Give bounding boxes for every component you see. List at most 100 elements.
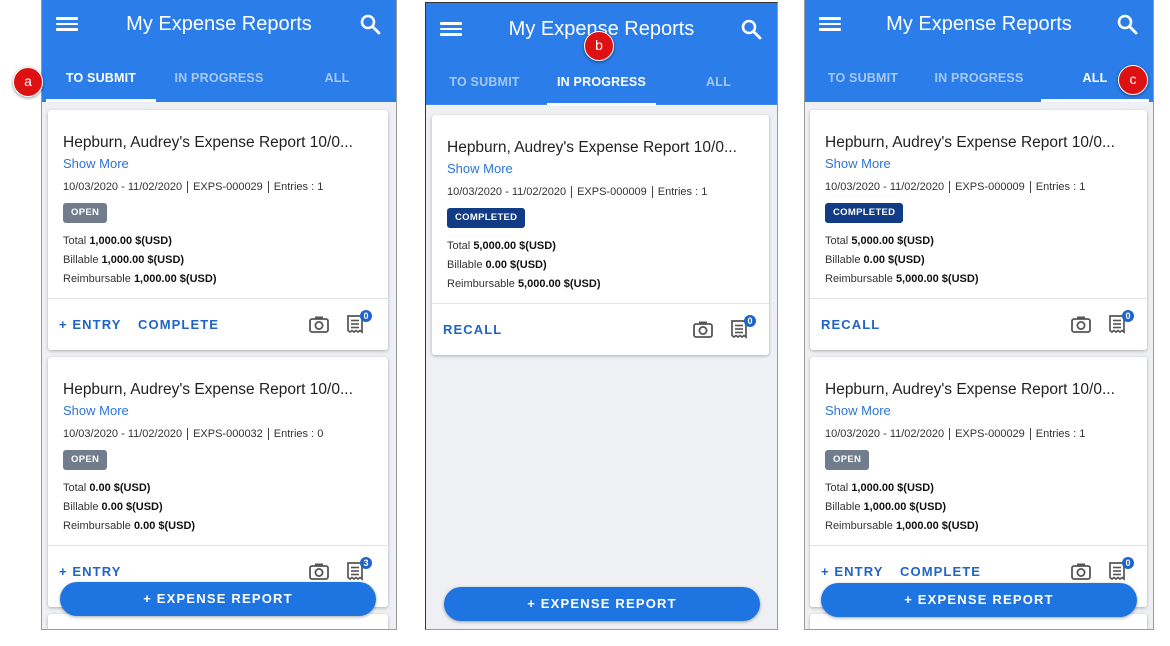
total-row: Total 5,000.00 $(USD) bbox=[825, 235, 934, 247]
add-entry-button[interactable]: + ENTRY bbox=[59, 317, 121, 332]
expense-report-card[interactable] bbox=[48, 614, 388, 629]
camera-icon[interactable] bbox=[1071, 562, 1091, 580]
total-row: Total 5,000.00 $(USD) bbox=[447, 240, 556, 252]
report-meta: 10/03/2020 - 11/02/2020 EXPS-000009 Entr… bbox=[447, 186, 712, 198]
app-bar: My Expense Reports TO SUBMIT IN PROGRESS… bbox=[805, 0, 1153, 102]
billable-row: Billable 1,000.00 $(USD) bbox=[63, 254, 184, 266]
add-entry-button[interactable]: + ENTRY bbox=[59, 564, 121, 579]
recall-button[interactable]: RECALL bbox=[443, 322, 502, 337]
report-meta: 10/03/2020 - 11/02/2020 EXPS-000009 Entr… bbox=[825, 181, 1090, 193]
card-divider bbox=[810, 298, 1147, 299]
receipt-count-badge: 0 bbox=[1122, 310, 1134, 322]
billable-value: 1,000.00 $(USD) bbox=[101, 254, 185, 266]
search-icon[interactable] bbox=[1115, 12, 1139, 36]
tab-all[interactable]: ALL bbox=[278, 60, 396, 102]
billable-row: Billable 1,000.00 $(USD) bbox=[825, 501, 946, 513]
tab-in-progress[interactable]: IN PROGRESS bbox=[543, 64, 660, 106]
show-more-link[interactable]: Show More bbox=[825, 403, 891, 418]
total-label: Total bbox=[447, 240, 471, 252]
reimbursable-label: Reimbursable bbox=[63, 520, 131, 532]
tab-to-submit[interactable]: TO SUBMIT bbox=[805, 60, 921, 102]
show-more-link[interactable]: Show More bbox=[825, 156, 891, 171]
tab-all[interactable]: ALL bbox=[660, 64, 777, 106]
camera-icon[interactable] bbox=[309, 315, 329, 333]
report-id: EXPS-000032 bbox=[187, 428, 268, 440]
report-id: EXPS-000009 bbox=[949, 181, 1030, 193]
search-icon[interactable] bbox=[739, 17, 763, 41]
tab-to-submit[interactable]: TO SUBMIT bbox=[42, 60, 160, 102]
total-row: Total 1,000.00 $(USD) bbox=[63, 235, 172, 247]
total-row: Total 1,000.00 $(USD) bbox=[825, 482, 934, 494]
billable-row: Billable 0.00 $(USD) bbox=[447, 259, 547, 271]
report-meta: 10/03/2020 - 11/02/2020 EXPS-000032 Entr… bbox=[63, 428, 328, 440]
reimbursable-label: Reimbursable bbox=[825, 273, 893, 285]
expense-report-card[interactable]: Hepburn, Audrey's Expense Report 10/0...… bbox=[810, 110, 1147, 350]
receipt-count-badge: 0 bbox=[744, 315, 756, 327]
add-expense-report-button[interactable]: + EXPENSE REPORT bbox=[821, 583, 1137, 617]
status-badge: COMPLETED bbox=[447, 208, 526, 228]
report-title: Hepburn, Audrey's Expense Report 10/0... bbox=[825, 381, 1115, 398]
reimbursable-row: Reimbursable 1,000.00 $(USD) bbox=[825, 520, 978, 532]
card-divider bbox=[48, 545, 388, 546]
receipt-count-badge: 0 bbox=[360, 310, 372, 322]
report-title: Hepburn, Audrey's Expense Report 10/0... bbox=[447, 139, 737, 156]
camera-icon[interactable] bbox=[309, 562, 329, 580]
add-expense-report-button[interactable]: + EXPENSE REPORT bbox=[444, 587, 760, 621]
app-title: My Expense Reports bbox=[886, 13, 1072, 35]
billable-label: Billable bbox=[825, 254, 861, 266]
entries-count: Entries : 1 bbox=[651, 186, 713, 198]
report-list: Hepburn, Audrey's Expense Report 10/0...… bbox=[426, 106, 777, 629]
reimbursable-row: Reimbursable 5,000.00 $(USD) bbox=[447, 278, 600, 290]
total-label: Total bbox=[63, 482, 87, 494]
search-icon[interactable] bbox=[358, 12, 382, 36]
camera-icon[interactable] bbox=[1071, 315, 1091, 333]
phone-screen-to-submit: My Expense Reports TO SUBMIT IN PROGRESS… bbox=[41, 0, 397, 630]
app-title: My Expense Reports bbox=[126, 13, 312, 35]
camera-icon[interactable] bbox=[693, 320, 713, 338]
tab-in-progress[interactable]: IN PROGRESS bbox=[160, 60, 278, 102]
show-more-link[interactable]: Show More bbox=[447, 161, 513, 176]
report-meta: 10/03/2020 - 11/02/2020 EXPS-000029 Entr… bbox=[63, 181, 328, 193]
date-range: 10/03/2020 - 11/02/2020 bbox=[825, 181, 945, 193]
billable-label: Billable bbox=[63, 501, 99, 513]
billable-label: Billable bbox=[63, 254, 99, 266]
reimbursable-label: Reimbursable bbox=[825, 520, 893, 532]
expense-report-card[interactable]: Hepburn, Audrey's Expense Report 10/0...… bbox=[432, 115, 769, 355]
expense-report-card[interactable]: Hepburn, Audrey's Expense Report 10/0...… bbox=[48, 357, 388, 607]
date-range: 10/03/2020 - 11/02/2020 bbox=[825, 428, 945, 440]
report-id: EXPS-000029 bbox=[949, 428, 1030, 440]
tab-bar: TO SUBMIT IN PROGRESS ALL bbox=[805, 60, 1153, 102]
total-value: 0.00 $(USD) bbox=[89, 482, 151, 494]
tab-to-submit[interactable]: TO SUBMIT bbox=[426, 64, 543, 106]
report-id: EXPS-000029 bbox=[187, 181, 268, 193]
total-label: Total bbox=[825, 482, 849, 494]
expense-report-card[interactable]: Hepburn, Audrey's Expense Report 10/0...… bbox=[48, 110, 388, 350]
billable-value: 1,000.00 $(USD) bbox=[863, 501, 947, 513]
date-range: 10/03/2020 - 11/02/2020 bbox=[63, 428, 183, 440]
billable-value: 0.00 $(USD) bbox=[863, 254, 925, 266]
total-label: Total bbox=[63, 235, 87, 247]
report-title: Hepburn, Audrey's Expense Report 10/0... bbox=[825, 134, 1115, 151]
report-meta: 10/03/2020 - 11/02/2020 EXPS-000029 Entr… bbox=[825, 428, 1090, 440]
show-more-link[interactable]: Show More bbox=[63, 403, 129, 418]
tab-in-progress[interactable]: IN PROGRESS bbox=[921, 60, 1037, 102]
reimbursable-label: Reimbursable bbox=[447, 278, 515, 290]
billable-value: 0.00 $(USD) bbox=[485, 259, 547, 271]
callout-marker-a: a bbox=[13, 67, 43, 97]
add-expense-report-button[interactable]: + EXPENSE REPORT bbox=[60, 582, 376, 616]
complete-button[interactable]: COMPLETE bbox=[900, 564, 981, 579]
expense-report-card[interactable]: Hepburn, Audrey's Expense Report 10/0...… bbox=[810, 357, 1147, 607]
card-divider bbox=[810, 545, 1147, 546]
status-badge: OPEN bbox=[63, 203, 108, 223]
reimbursable-value: 1,000.00 $(USD) bbox=[895, 520, 979, 532]
receipt-count-badge: 3 bbox=[360, 557, 372, 569]
complete-button[interactable]: COMPLETE bbox=[138, 317, 219, 332]
total-row: Total 0.00 $(USD) bbox=[63, 482, 150, 494]
add-entry-button[interactable]: + ENTRY bbox=[821, 564, 883, 579]
reimbursable-value: 1,000.00 $(USD) bbox=[133, 273, 217, 285]
tab-bar: TO SUBMIT IN PROGRESS ALL bbox=[42, 60, 396, 102]
recall-button[interactable]: RECALL bbox=[821, 317, 880, 332]
total-value: 5,000.00 $(USD) bbox=[473, 240, 556, 252]
show-more-link[interactable]: Show More bbox=[63, 156, 129, 171]
status-badge: OPEN bbox=[63, 450, 108, 470]
